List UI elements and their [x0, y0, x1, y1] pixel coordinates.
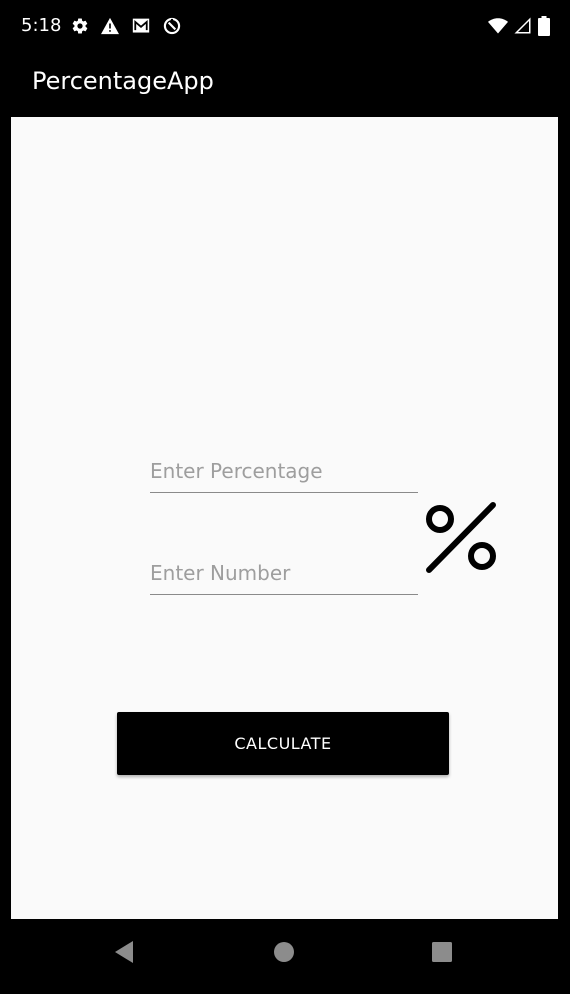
- wifi-icon: [488, 17, 508, 35]
- status-time: 5:18: [21, 15, 62, 36]
- app-title: PercentageApp: [32, 67, 214, 95]
- navigation-bar: [0, 920, 570, 994]
- home-icon[interactable]: [271, 939, 297, 965]
- recents-icon[interactable]: [429, 939, 455, 965]
- percent-icon: [423, 501, 503, 577]
- back-icon[interactable]: [112, 939, 138, 965]
- gmail-icon: [131, 17, 151, 35]
- percentage-input[interactable]: [150, 449, 418, 493]
- status-bar: 5:18: [0, 0, 570, 52]
- battery-icon: [538, 16, 550, 36]
- app-bar: PercentageApp: [0, 52, 570, 116]
- settings-icon: [71, 17, 89, 35]
- calculate-button[interactable]: CALCULATE: [117, 712, 449, 775]
- warning-icon: [100, 17, 120, 35]
- data-saver-icon: [162, 16, 182, 36]
- notification-icons: [71, 16, 182, 36]
- phone-screen: 5:18 PercentageApp Enter Percentage Ente…: [0, 0, 570, 994]
- cell-signal-icon: [514, 17, 532, 35]
- number-input[interactable]: [150, 551, 418, 595]
- system-icons: [488, 16, 550, 36]
- main-content: CALCULATE: [11, 117, 558, 919]
